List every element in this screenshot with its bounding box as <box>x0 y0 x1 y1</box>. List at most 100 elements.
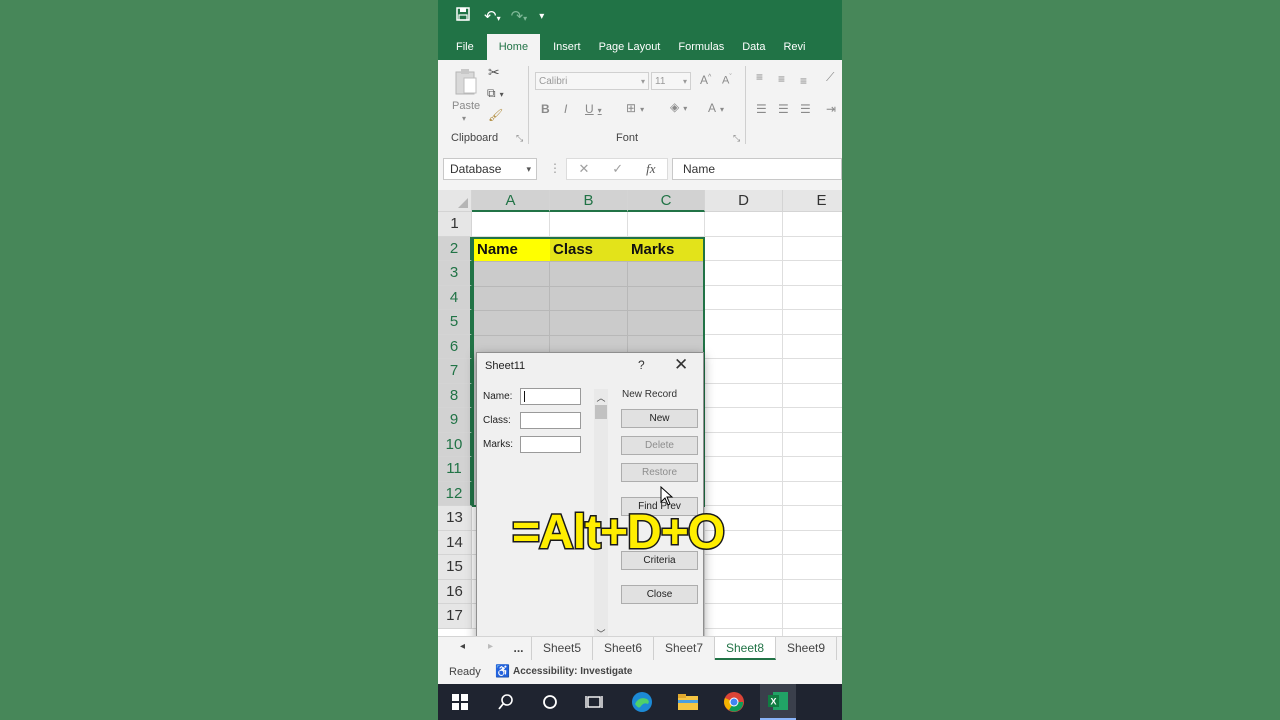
delete-button[interactable]: Delete <box>621 436 698 455</box>
row-header-3[interactable]: 3 <box>438 261 472 286</box>
cell-c2-header[interactable]: Marks <box>628 239 703 261</box>
fill-color-icon[interactable]: ◈ ▾ <box>670 100 687 114</box>
select-all-button[interactable] <box>438 190 472 212</box>
edge-browser-icon[interactable] <box>624 684 660 720</box>
scroll-thumb[interactable] <box>595 405 607 419</box>
sheet-tab-sheet7[interactable]: Sheet7 <box>654 637 715 660</box>
increase-font-icon[interactable]: A^ <box>700 73 711 87</box>
tab-insert[interactable]: Insert <box>544 34 590 60</box>
format-painter-icon[interactable]: 🖌 <box>488 108 503 122</box>
row-header-1[interactable]: 1 <box>438 212 472 237</box>
search-icon[interactable] <box>488 684 524 720</box>
row-header-9[interactable]: 9 <box>438 408 472 433</box>
row-header-4[interactable]: 4 <box>438 285 472 310</box>
font-name-combo[interactable]: Calibri ▾ <box>535 72 649 90</box>
redo-icon[interactable]: ↷▾ <box>511 7 528 25</box>
column-header-b[interactable]: B <box>550 190 628 212</box>
chrome-browser-icon[interactable] <box>716 684 752 720</box>
undo-icon[interactable]: ↶▾ <box>484 7 501 25</box>
paste-dropdown-icon[interactable]: ▾ <box>462 114 466 123</box>
sheet-tab-bar: ◂ ▸ ... Sheet5 Sheet6 Sheet7 Sheet8 Shee… <box>438 636 842 660</box>
help-icon[interactable]: ? <box>638 358 645 372</box>
align-right-icon[interactable]: ☰ <box>800 102 811 116</box>
sheet-tab-sheet6[interactable]: Sheet6 <box>593 637 654 660</box>
row-header-5[interactable]: 5 <box>438 310 472 335</box>
cut-icon[interactable]: ✂ <box>488 64 500 81</box>
cancel-icon[interactable]: ✕ <box>578 161 589 177</box>
excel-app-icon[interactable]: X <box>760 684 796 720</box>
copy-icon[interactable]: ⧉ ▾ <box>487 86 504 101</box>
name-field[interactable] <box>520 388 581 405</box>
row-header-2[interactable]: 2 <box>438 236 472 261</box>
customize-qat-icon[interactable]: ▾ <box>539 11 544 22</box>
row-header-7[interactable]: 7 <box>438 359 472 384</box>
tab-file[interactable]: File <box>438 34 483 60</box>
row-header-11[interactable]: 11 <box>438 457 472 482</box>
chevron-down-icon[interactable]: ▾ <box>526 159 531 179</box>
row-header-6[interactable]: 6 <box>438 334 472 359</box>
align-middle-icon[interactable]: ≡ <box>778 72 785 86</box>
row-header-16[interactable]: 16 <box>438 579 472 604</box>
font-launcher-icon[interactable]: ⤡ <box>733 133 740 144</box>
accessibility-status[interactable]: Accessibility: Investigate <box>513 666 633 677</box>
tab-review[interactable]: Revi <box>774 34 814 60</box>
new-button[interactable]: New <box>621 409 698 428</box>
row-header-15[interactable]: 15 <box>438 555 472 580</box>
align-left-icon[interactable]: ☰ <box>756 102 767 116</box>
row-header-13[interactable]: 13 <box>438 506 472 531</box>
italic-icon[interactable]: I <box>564 102 567 116</box>
gridline <box>474 261 703 262</box>
bold-icon[interactable]: B <box>541 102 550 116</box>
paste-icon[interactable] <box>454 68 478 99</box>
align-center-icon[interactable]: ☰ <box>778 102 789 116</box>
scroll-tabs-right-icon[interactable]: ▸ <box>488 641 493 652</box>
orientation-icon[interactable]: ⟋ <box>826 70 834 85</box>
cell-a2-header[interactable]: Name <box>474 239 550 261</box>
scroll-up-icon[interactable]: ︿ <box>595 391 607 404</box>
more-sheets-button[interactable]: ... <box>506 637 532 660</box>
scroll-tabs-left-icon[interactable]: ◂ <box>460 641 465 652</box>
accessibility-icon[interactable]: ♿ <box>495 664 510 678</box>
clipboard-launcher-icon[interactable]: ⤡ <box>516 133 523 144</box>
column-header-d[interactable]: D <box>705 190 783 212</box>
underline-icon[interactable]: U ▾ <box>585 102 602 116</box>
row-header-14[interactable]: 14 <box>438 530 472 555</box>
borders-icon[interactable]: ⊞ ▾ <box>626 101 644 115</box>
align-bottom-icon[interactable]: ≡ <box>800 74 807 88</box>
cell-b2-header[interactable]: Class <box>550 239 628 261</box>
file-explorer-icon[interactable] <box>670 684 706 720</box>
close-icon[interactable]: ✕ <box>674 355 688 375</box>
tab-page-layout[interactable]: Page Layout <box>590 34 670 60</box>
column-header-c[interactable]: C <box>628 190 705 212</box>
sheet-tab-sheet9[interactable]: Sheet9 <box>776 637 837 660</box>
indent-icon[interactable]: ⇥ <box>826 102 836 116</box>
font-color-icon[interactable]: A ▾ <box>708 101 724 115</box>
row-header-8[interactable]: 8 <box>438 383 472 408</box>
save-icon[interactable] <box>456 7 470 25</box>
column-header-e[interactable]: E <box>783 190 842 212</box>
font-size-combo[interactable]: 11 ▾ <box>651 72 691 90</box>
formula-bar-grip-icon: ⋮ <box>549 161 561 175</box>
name-box[interactable]: Database ▾ <box>443 158 537 180</box>
decrease-font-icon[interactable]: Aˇ <box>722 74 732 87</box>
row-header-17[interactable]: 17 <box>438 604 472 629</box>
row-header-10[interactable]: 10 <box>438 432 472 457</box>
close-button[interactable]: Close <box>621 585 698 604</box>
tab-formulas[interactable]: Formulas <box>669 34 733 60</box>
marks-field[interactable] <box>520 436 581 453</box>
align-top-icon[interactable]: ≡ <box>756 70 763 84</box>
formula-input[interactable]: Name <box>672 158 842 180</box>
sheet-tab-sheet5[interactable]: Sheet5 <box>532 637 593 660</box>
task-view-icon[interactable] <box>576 684 612 720</box>
cortana-icon[interactable] <box>532 684 568 720</box>
sheet-tab-sheet8[interactable]: Sheet8 <box>715 637 776 660</box>
insert-function-icon[interactable]: fx <box>646 161 655 177</box>
column-header-a[interactable]: A <box>472 190 550 212</box>
tab-data[interactable]: Data <box>733 34 774 60</box>
tab-home[interactable]: Home <box>486 34 541 60</box>
enter-icon[interactable]: ✓ <box>612 161 623 177</box>
restore-button[interactable]: Restore <box>621 463 698 482</box>
class-field[interactable] <box>520 412 581 429</box>
row-header-12[interactable]: 12 <box>438 481 472 506</box>
windows-start-icon[interactable] <box>442 684 478 720</box>
